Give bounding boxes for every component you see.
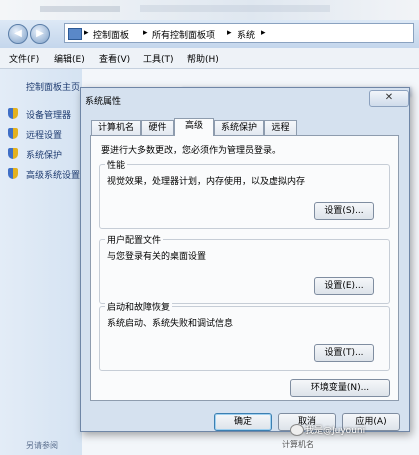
dialog-title: 系统属性 bbox=[85, 97, 122, 107]
sidebar-item-remote-settings[interactable]: 远程设置 bbox=[8, 127, 88, 141]
back-icon[interactable]: ◀ bbox=[8, 24, 28, 44]
menu-tools[interactable]: 工具(T) bbox=[143, 52, 174, 65]
tab-computer-name[interactable]: 计算机名 bbox=[91, 120, 141, 135]
explorer-titlebar: ◀ ▶ ▸ 控制面板 ▸ 所有控制面板项 ▸ 系统 ▸ bbox=[0, 20, 419, 49]
user-profiles-description: 与您登录有关的桌面设置 bbox=[107, 252, 207, 262]
address-bar[interactable]: ▸ 控制面板 ▸ 所有控制面板项 ▸ 系统 ▸ bbox=[64, 23, 414, 43]
user-profiles-label: 用户配置文件 bbox=[105, 233, 164, 246]
control-panel-icon bbox=[68, 28, 82, 40]
watermark-text: 我是@Juyouni bbox=[305, 426, 366, 436]
admin-note: 要进行大多数更改，您必须作为管理员登录。 bbox=[101, 146, 282, 156]
breadcrumb-control-panel[interactable]: 控制面板 bbox=[93, 28, 129, 41]
sidebar-item-label: 高级系统设置 bbox=[26, 171, 81, 181]
watermark-logo-icon bbox=[290, 424, 304, 436]
forward-icon[interactable]: ▶ bbox=[30, 24, 50, 44]
menu-file[interactable]: 文件(F) bbox=[9, 52, 39, 65]
startup-recovery-group: 启动和故障恢复 系统启动、系统失败和调试信息 设置(T)... bbox=[99, 300, 390, 371]
tab-advanced[interactable]: 高级 bbox=[174, 118, 214, 136]
sidebar-item-advanced-settings[interactable]: 高级系统设置 bbox=[8, 167, 88, 181]
menu-view[interactable]: 查看(V) bbox=[99, 52, 130, 65]
shield-icon bbox=[8, 128, 18, 139]
left-nav-pane: 控制面板主页 设备管理器 远程设置 系统保护 高级系统设置 另请参阅 bbox=[0, 69, 82, 455]
breadcrumb-all-items[interactable]: 所有控制面板项 bbox=[152, 28, 215, 41]
startup-recovery-settings-button[interactable]: 设置(T)... bbox=[314, 344, 374, 362]
sidebar-item-label: 远程设置 bbox=[26, 131, 63, 141]
performance-description: 视觉效果，处理器计划，内存使用，以及虚拟内存 bbox=[107, 177, 306, 187]
desktop-top-strip bbox=[0, 0, 419, 20]
sidebar-item-system-protection[interactable]: 系统保护 bbox=[8, 147, 88, 161]
close-icon[interactable]: ✕ bbox=[369, 90, 409, 107]
breadcrumb-sep-icon: ▸ bbox=[227, 28, 232, 38]
shield-icon bbox=[8, 108, 18, 119]
system-properties-dialog: 系统属性 ✕ 计算机名 硬件 高级 系统保护 远程 要进行大多数更改，您必须作为… bbox=[80, 87, 410, 432]
performance-group: 性能 视觉效果，处理器计划，内存使用，以及虚拟内存 设置(S)... bbox=[99, 158, 390, 229]
user-profiles-settings-button[interactable]: 设置(E)... bbox=[314, 277, 374, 295]
ok-button[interactable]: 确定 bbox=[214, 413, 272, 431]
advanced-tab-panel: 要进行大多数更改，您必须作为管理员登录。 性能 视觉效果，处理器计划，内存使用，… bbox=[90, 135, 399, 401]
blurred-background bbox=[40, 6, 120, 12]
tab-system-protection[interactable]: 系统保护 bbox=[214, 120, 264, 135]
sidebar-item-device-manager[interactable]: 设备管理器 bbox=[8, 107, 88, 121]
user-profiles-group: 用户配置文件 与您登录有关的桌面设置 设置(E)... bbox=[99, 233, 390, 304]
startup-recovery-description: 系统启动、系统失败和调试信息 bbox=[107, 319, 234, 329]
breadcrumb-system[interactable]: 系统 bbox=[237, 28, 255, 41]
tab-remote[interactable]: 远程 bbox=[264, 120, 297, 135]
breadcrumb-sep-icon: ▸ bbox=[84, 28, 89, 38]
breadcrumb-sep-icon: ▸ bbox=[261, 28, 266, 38]
shield-icon bbox=[8, 148, 18, 159]
control-panel-home-link[interactable]: 控制面板主页 bbox=[26, 80, 80, 93]
menu-help[interactable]: 帮助(H) bbox=[187, 52, 219, 65]
performance-settings-button[interactable]: 设置(S)... bbox=[314, 202, 374, 220]
breadcrumb-sep-icon: ▸ bbox=[143, 28, 148, 38]
see-also-label: 另请参阅 bbox=[26, 441, 58, 450]
startup-recovery-label: 启动和故障恢复 bbox=[105, 300, 173, 313]
sidebar-item-label: 设备管理器 bbox=[26, 111, 72, 121]
menu-edit[interactable]: 编辑(E) bbox=[54, 52, 85, 65]
blurred-background-2 bbox=[140, 5, 330, 12]
sidebar-item-label: 系统保护 bbox=[26, 151, 63, 161]
shield-icon bbox=[8, 168, 18, 179]
performance-label: 性能 bbox=[105, 158, 128, 171]
environment-variables-button[interactable]: 环境变量(N)... bbox=[290, 379, 390, 397]
computer-name-label: 计算机名 bbox=[282, 440, 314, 449]
tab-hardware[interactable]: 硬件 bbox=[141, 120, 174, 135]
menu-bar: 文件(F) 编辑(E) 查看(V) 工具(T) 帮助(H) bbox=[0, 48, 419, 69]
